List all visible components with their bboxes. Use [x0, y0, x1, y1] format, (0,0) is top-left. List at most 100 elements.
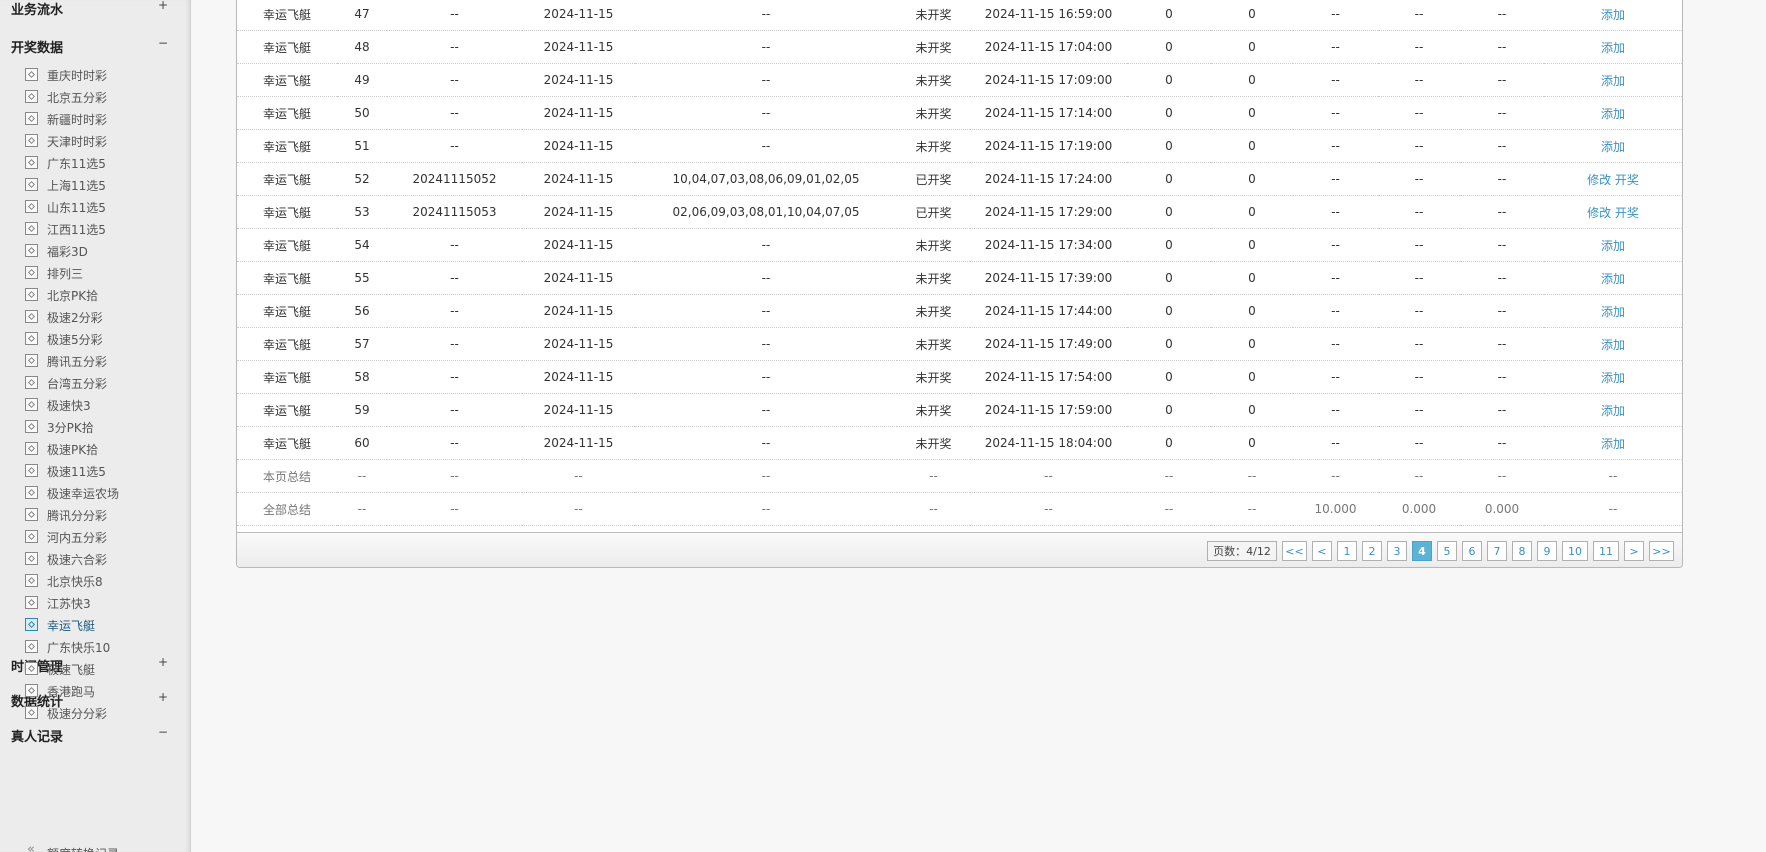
sidebar-item[interactable]: 香港跑马: [25, 680, 185, 702]
add-link[interactable]: 添加: [1601, 272, 1625, 286]
add-link[interactable]: 添加: [1601, 74, 1625, 88]
sidebar-item[interactable]: 新疆时时彩: [25, 108, 185, 130]
summary-cell: --: [897, 459, 970, 493]
sidebar-item[interactable]: 台湾五分彩: [25, 372, 185, 394]
page-button-2[interactable]: 2: [1362, 541, 1382, 561]
sidebar-item[interactable]: 腾讯分分彩: [25, 504, 185, 526]
page-button-4[interactable]: 4: [1412, 541, 1432, 561]
sidebar-item[interactable]: 极速2分彩: [25, 306, 185, 328]
next-page-button[interactable]: >: [1624, 541, 1644, 561]
sidebar-item[interactable]: 极速幸运农场: [25, 482, 185, 504]
lottery-icon: [25, 640, 38, 653]
sidebar-section-header[interactable]: 业务流水 +: [0, 0, 190, 21]
edit-link[interactable]: 修改: [1587, 173, 1611, 187]
sidebar-item[interactable]: 天津时时彩: [25, 130, 185, 152]
add-link[interactable]: 添加: [1601, 404, 1625, 418]
value-cell: --: [1293, 294, 1378, 328]
lottery-icon: [25, 464, 38, 477]
sidebar-item-label: 极速幸运农场: [47, 487, 120, 501]
sidebar-item[interactable]: 极速飞艇: [25, 658, 185, 680]
edit-link[interactable]: 修改: [1587, 206, 1611, 220]
sidebar-item[interactable]: 河内五分彩: [25, 526, 185, 548]
page-button-7[interactable]: 7: [1487, 541, 1507, 561]
draw-link[interactable]: 开奖: [1615, 206, 1639, 220]
sequence-cell: 59: [337, 393, 387, 427]
draw-numbers-cell: --: [635, 294, 897, 328]
sidebar-item[interactable]: 幸运飞艇: [25, 614, 185, 636]
add-link[interactable]: 添加: [1601, 41, 1625, 55]
page-button-5[interactable]: 5: [1437, 541, 1457, 561]
value-cell: --: [1293, 360, 1378, 394]
sidebar-item[interactable]: 北京PK拾: [25, 284, 185, 306]
sidebar-item[interactable]: 江苏快3: [25, 592, 185, 614]
value-cell: 0: [1127, 195, 1211, 229]
page-button-3[interactable]: 3: [1387, 541, 1407, 561]
value-cell: --: [1378, 63, 1460, 97]
page-button-6[interactable]: 6: [1462, 541, 1482, 561]
date-cell: 2024-11-15: [522, 96, 635, 130]
sidebar-item[interactable]: 北京快乐8: [25, 570, 185, 592]
sidebar-item[interactable]: 腾讯五分彩: [25, 350, 185, 372]
action-cell: 添加: [1544, 96, 1682, 130]
add-link[interactable]: 添加: [1601, 239, 1625, 253]
sidebar-item[interactable]: 山东11选5: [25, 196, 185, 218]
add-link[interactable]: 添加: [1601, 140, 1625, 154]
add-link[interactable]: 添加: [1601, 107, 1625, 121]
value-cell: --: [1293, 228, 1378, 262]
table-row: 幸运飞艇 59 -- 2024-11-15 -- 未开奖 2024-11-15 17:59:…: [237, 393, 1682, 427]
sidebar-item[interactable]: 极速5分彩: [25, 328, 185, 350]
add-link[interactable]: 添加: [1601, 305, 1625, 319]
page-info: 页数：4/12: [1207, 541, 1277, 561]
sidebar-item[interactable]: 重庆时时彩: [25, 64, 185, 86]
expand-icon[interactable]: +: [157, 0, 169, 12]
page-button-9[interactable]: 9: [1537, 541, 1557, 561]
game-name-cell: 幸运飞艇: [237, 228, 337, 262]
sidebar-section-title: 开奖数据: [11, 41, 64, 56]
game-name-cell: 幸运飞艇: [237, 129, 337, 163]
lottery-icon: [25, 134, 38, 147]
lottery-icon: [25, 508, 38, 521]
add-link[interactable]: 添加: [1601, 371, 1625, 385]
page-button-10[interactable]: 10: [1562, 541, 1588, 561]
game-name-cell: 幸运飞艇: [237, 195, 337, 229]
page-button-8[interactable]: 8: [1512, 541, 1532, 561]
sidebar-item[interactable]: 排列三: [25, 262, 185, 284]
sidebar-item[interactable]: 极速分分彩: [25, 702, 185, 724]
first-page-button[interactable]: <<: [1282, 541, 1307, 561]
add-link[interactable]: 添加: [1601, 8, 1625, 22]
lottery-icon: [25, 288, 38, 301]
sidebar-item[interactable]: « 额度转换记录: [25, 842, 185, 852]
draw-numbers-cell: 10,04,07,03,08,06,09,01,02,05: [635, 162, 897, 196]
sidebar-item[interactable]: 广东快乐10: [25, 636, 185, 658]
sidebar-item[interactable]: 上海11选5: [25, 174, 185, 196]
sidebar-item[interactable]: 3分PK拾: [25, 416, 185, 438]
table-row: 幸运飞艇 57 -- 2024-11-15 -- 未开奖 2024-11-15 17:49:…: [237, 327, 1682, 361]
sidebar-item[interactable]: 极速PK拾: [25, 438, 185, 460]
value-cell: --: [1460, 162, 1544, 196]
sidebar-section-header[interactable]: 开奖数据 −: [0, 29, 190, 59]
add-link[interactable]: 添加: [1601, 437, 1625, 451]
draw-link[interactable]: 开奖: [1615, 173, 1639, 187]
lottery-icon: [25, 200, 38, 213]
sidebar-item[interactable]: 江西11选5: [25, 218, 185, 240]
sidebar-item[interactable]: 广东11选5: [25, 152, 185, 174]
last-page-button[interactable]: >>: [1649, 541, 1674, 561]
sidebar-item[interactable]: 极速六合彩: [25, 548, 185, 570]
draw-time-cell: 2024-11-15 17:59:00: [970, 393, 1127, 427]
collapse-icon[interactable]: −: [157, 725, 169, 739]
prev-page-button[interactable]: <: [1312, 541, 1332, 561]
issue-number-cell: --: [387, 261, 522, 295]
page-button-1[interactable]: 1: [1337, 541, 1357, 561]
date-cell: 2024-11-15: [522, 129, 635, 163]
sidebar-item[interactable]: 北京五分彩: [25, 86, 185, 108]
sidebar-item[interactable]: 极速快3: [25, 394, 185, 416]
collapse-icon[interactable]: −: [157, 36, 169, 50]
add-link[interactable]: 添加: [1601, 338, 1625, 352]
table-row: 幸运飞艇 53 20241115053 2024-11-15 02,06,09,03,0…: [237, 195, 1682, 229]
sidebar-item[interactable]: 极速11选5: [25, 460, 185, 482]
page-button-11[interactable]: 11: [1593, 541, 1619, 561]
sidebar-item[interactable]: 福彩3D: [25, 240, 185, 262]
issue-number-cell: --: [387, 96, 522, 130]
summary-cell: --: [387, 459, 522, 493]
value-cell: 0: [1211, 0, 1293, 31]
